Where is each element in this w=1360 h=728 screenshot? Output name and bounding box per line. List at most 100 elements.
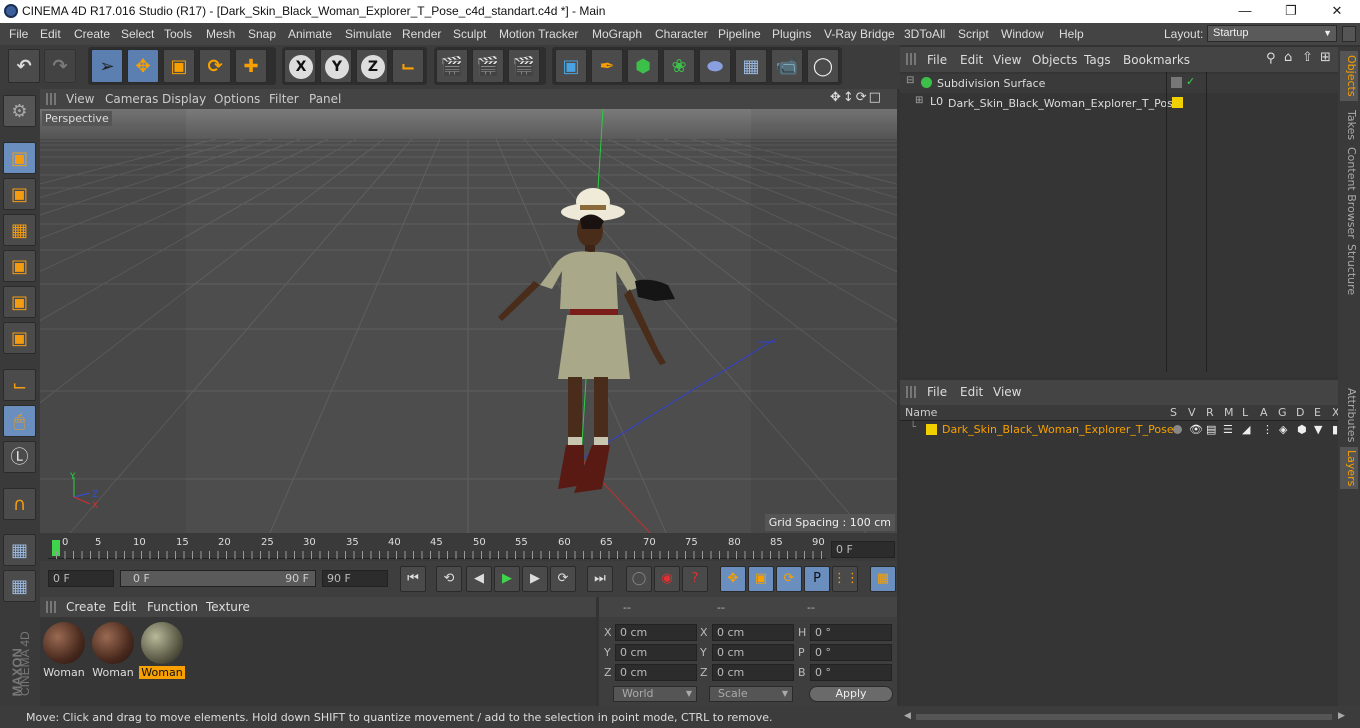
menu-character[interactable]: Character (655, 27, 708, 41)
object-menu-tags[interactable]: Tags (1084, 53, 1111, 67)
viewport-menu-options[interactable]: Options (214, 92, 260, 106)
material-woman-3[interactable]: Woman (139, 620, 185, 681)
point-mode-button[interactable]: ▣ (3, 250, 36, 282)
cloner-button[interactable]: ❀ (663, 49, 695, 83)
material-menu-texture[interactable]: Texture (206, 600, 250, 614)
search-icon[interactable]: ⚲ (1266, 51, 1276, 66)
render-view-button[interactable]: 🎬 (436, 49, 468, 83)
manager-icon[interactable]: ☰ (1223, 423, 1233, 436)
size-y-field[interactable]: 0 cm (712, 644, 794, 661)
menu-animate[interactable]: Animate (288, 27, 332, 41)
menu-help[interactable]: Help (1059, 27, 1084, 41)
solo-dot-icon[interactable] (1173, 425, 1182, 434)
current-frame-field[interactable]: 0 F (831, 541, 895, 558)
tab-layers[interactable]: Layers (1340, 447, 1358, 489)
maximize-button[interactable]: ❐ (1268, 0, 1314, 23)
deformer-icon[interactable]: ⬢ (1297, 423, 1307, 436)
viewport-nav-icons[interactable]: ✥↕⟳□ (830, 90, 883, 105)
material-menu-edit[interactable]: Edit (113, 600, 136, 614)
locked-workplane-button[interactable]: ▦ (3, 570, 36, 602)
key-rotation-button[interactable]: ⟳ (776, 566, 802, 592)
timeline-ruler[interactable]: 0 5 10 15 20 25 30 35 40 45 50 55 60 65 … (40, 533, 897, 561)
menu-vray-bridge[interactable]: V-Ray Bridge (824, 27, 895, 41)
layer-row[interactable]: └ Dark_Skin_Black_Woman_Explorer_T_Pose … (900, 422, 1338, 438)
menu-plugins[interactable]: Plugins (772, 27, 811, 41)
previous-frame-button[interactable]: ◀ (466, 566, 492, 592)
viewport-menu-cameras[interactable]: Cameras (105, 92, 158, 106)
layer-menu-view[interactable]: View (993, 385, 1021, 399)
workplane-mode-button[interactable]: ▦ (3, 214, 36, 246)
magnet-button[interactable]: ∩ (3, 488, 36, 520)
tweak-mode-button[interactable]: 🖱 (3, 405, 36, 437)
tab-takes[interactable]: Takes (1340, 105, 1358, 145)
layer-color-swatch[interactable] (926, 424, 937, 435)
layout-lock-icon[interactable] (1342, 26, 1356, 42)
make-editable-button[interactable]: ⚙ (3, 95, 36, 127)
menu-file[interactable]: File (9, 27, 28, 41)
material-woman-2[interactable]: Woman (90, 620, 136, 681)
expression-icon[interactable]: ▼ (1314, 423, 1322, 436)
tab-objects[interactable]: Objects (1340, 51, 1358, 101)
animation-icon[interactable]: ⋮ (1262, 423, 1273, 436)
material-menu-function[interactable]: Function (147, 600, 198, 614)
layer-horizontal-scrollbar[interactable]: ◀ ▶ (900, 706, 1360, 728)
edge-mode-button[interactable]: ▣ (3, 286, 36, 318)
preview-range-slider[interactable]: 0 F 90 F (120, 570, 316, 587)
timeline-window-button[interactable]: ▦ (870, 566, 896, 592)
apply-button[interactable]: Apply (809, 686, 893, 702)
minimize-button[interactable]: — (1222, 0, 1268, 23)
object-menu-file[interactable]: File (927, 53, 947, 67)
render-settings-button[interactable]: 🎬 (508, 49, 540, 83)
live-selection-button[interactable]: ➢ (91, 49, 123, 83)
object-menu-bookmarks[interactable]: Bookmarks (1123, 53, 1190, 67)
rotate-tool-button[interactable]: ⟳ (199, 49, 231, 83)
move-tool-button[interactable]: ✥ (127, 49, 159, 83)
max-frame-field[interactable]: 90 F (322, 570, 388, 587)
menu-mesh[interactable]: Mesh (206, 27, 235, 41)
key-position-button[interactable]: ✥ (720, 566, 746, 592)
next-frame-button[interactable]: ▶ (522, 566, 548, 592)
axis-mode-button[interactable]: ⌙ (3, 369, 36, 401)
rot-b-field[interactable]: 0 ° (810, 664, 892, 681)
coord-mode-dropdown[interactable]: Scale ▼ (709, 686, 793, 702)
subdivision-button[interactable]: ⬢ (627, 49, 659, 83)
scroll-right-icon[interactable]: ▶ (1338, 711, 1345, 721)
size-z-field[interactable]: 0 cm (712, 664, 794, 681)
new-view-icon[interactable]: ⊞ (1320, 50, 1331, 65)
play-button[interactable]: ▶ (494, 566, 520, 592)
menu-sculpt[interactable]: Sculpt (453, 27, 486, 41)
viewport-menu-panel[interactable]: Panel (309, 92, 341, 106)
rot-h-field[interactable]: 0 ° (810, 624, 892, 641)
tab-structure[interactable]: Structure (1340, 243, 1358, 297)
pen-spline-button[interactable]: ✒ (591, 49, 623, 83)
layer-menu-edit[interactable]: Edit (960, 385, 983, 399)
camera-button[interactable]: 📹 (771, 49, 803, 83)
next-key-button[interactable]: ⟳ (550, 566, 576, 592)
menu-window[interactable]: Window (1001, 27, 1044, 41)
object-row-character[interactable]: ⊞ L0 Dark_Skin_Black_Woman_Explorer_T_Po… (900, 94, 1338, 113)
x-axis-button[interactable]: X (284, 49, 316, 83)
light-button[interactable]: ◯ (807, 49, 839, 83)
go-to-end-button[interactable]: ⏭ (587, 566, 613, 592)
object-row-subdivision[interactable]: ⊟ Subdivision Surface ✓ (900, 74, 1338, 93)
scroll-left-icon[interactable]: ◀ (904, 711, 911, 721)
lock-icon[interactable]: ◢ (1242, 423, 1250, 436)
autokey-button[interactable]: ◉ (654, 566, 680, 592)
material-menu-create[interactable]: Create (66, 600, 106, 614)
layer-name[interactable]: Dark_Skin_Black_Woman_Explorer_T_Pose (942, 423, 1174, 436)
render-icon[interactable]: ▤ (1206, 423, 1216, 436)
scale-tool-button[interactable]: ▣ (163, 49, 195, 83)
menu-create[interactable]: Create (74, 27, 110, 41)
menu-script[interactable]: Script (958, 27, 989, 41)
coord-space-dropdown[interactable]: World ▼ (613, 686, 697, 702)
menu-select[interactable]: Select (121, 27, 154, 41)
menu-edit[interactable]: Edit (40, 27, 61, 41)
undo-button[interactable]: ↶ (8, 49, 40, 83)
home-icon[interactable]: ⌂ (1284, 50, 1292, 65)
object-menu-objects[interactable]: Objects (1032, 53, 1077, 67)
deformer-button[interactable]: ⬬ (699, 49, 731, 83)
menu-motion-tracker[interactable]: Motion Tracker (499, 27, 578, 41)
perspective-viewport[interactable]: Y Z X Perspective Grid Spacing : 100 cm (40, 109, 897, 533)
viewport-menu-view[interactable]: View (66, 92, 94, 106)
cube-button[interactable]: ▣ (555, 49, 587, 83)
